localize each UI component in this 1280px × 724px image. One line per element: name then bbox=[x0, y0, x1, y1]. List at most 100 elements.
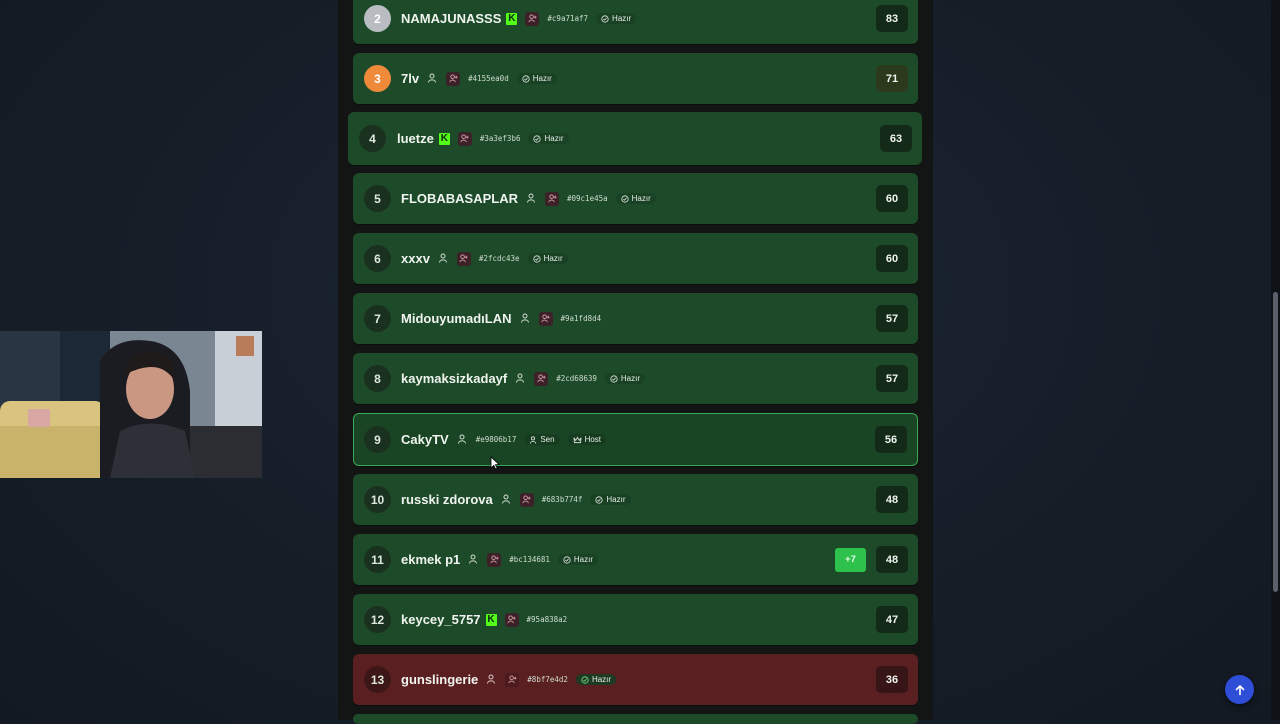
user-icon bbox=[530, 435, 537, 444]
status-label: Hazır bbox=[543, 254, 563, 263]
host-badge: Host bbox=[567, 434, 607, 445]
player-name: russki zdorova bbox=[401, 492, 493, 507]
add-friend-icon[interactable] bbox=[505, 672, 520, 687]
player-row[interactable]: 11 ekmek p1 #bc134681 Hazır +7 48 bbox=[353, 534, 918, 585]
add-friend-icon[interactable] bbox=[457, 131, 472, 146]
rank-badge: 13 bbox=[364, 666, 391, 693]
rank-badge: 7 bbox=[364, 305, 391, 332]
ready-badge: Hazır bbox=[516, 73, 557, 84]
score: 36 bbox=[876, 666, 908, 693]
player-row-partial bbox=[353, 714, 918, 724]
player-row-self[interactable]: 9 CakyTV #e9806b17 Sen Host 56 bbox=[353, 413, 918, 466]
score: 60 bbox=[876, 245, 908, 272]
player-code: #3a3ef3b6 bbox=[479, 134, 521, 143]
status-label: Hazır bbox=[544, 134, 564, 143]
player-row[interactable]: 12 keycey_5757 K #95a838a2 47 bbox=[353, 594, 918, 645]
player-row[interactable]: 6 xxxv #2fcdc43e Hazır 60 bbox=[353, 233, 918, 284]
score-delta-badge: +7 bbox=[835, 547, 866, 572]
add-friend-icon[interactable] bbox=[525, 11, 540, 26]
player-row[interactable]: 2 NAMAJUNASSS K #c9a71af7 Hazır 83 bbox=[353, 0, 918, 44]
scroll-to-top-button[interactable] bbox=[1225, 675, 1254, 704]
kick-logo-icon: K bbox=[438, 132, 450, 145]
ready-badge: Hazır bbox=[604, 373, 646, 384]
check-circle-icon bbox=[595, 495, 604, 504]
score: 71 bbox=[876, 65, 908, 92]
add-friend-icon[interactable] bbox=[534, 371, 549, 386]
user-icon bbox=[520, 313, 531, 324]
rank-badge: 8 bbox=[364, 365, 391, 392]
score: 60 bbox=[876, 185, 908, 212]
player-name: kaymaksizkadayf bbox=[401, 371, 508, 386]
rank-badge: 2 bbox=[364, 5, 391, 32]
add-friend-icon[interactable] bbox=[504, 612, 519, 627]
status-label: Hazır bbox=[631, 194, 651, 203]
ready-badge: Hazır bbox=[615, 193, 656, 204]
ready-badge: Hazır bbox=[557, 554, 599, 565]
add-friend-icon[interactable] bbox=[545, 191, 559, 206]
check-circle-icon bbox=[532, 254, 541, 263]
add-friend-icon[interactable] bbox=[446, 71, 461, 86]
add-friend-icon[interactable] bbox=[456, 251, 471, 266]
player-name: gunslingerie bbox=[401, 672, 479, 687]
ready-badge: Hazır bbox=[528, 133, 569, 144]
you-label: Sen bbox=[540, 435, 555, 444]
scrollbar-thumb[interactable] bbox=[1273, 292, 1278, 592]
player-row[interactable]: 8 kaymaksizkadayf #2cd68639 Hazır 57 bbox=[353, 353, 918, 404]
player-code: #bc134681 bbox=[509, 555, 550, 564]
ready-badge: Hazır bbox=[590, 494, 631, 505]
check-circle-icon bbox=[621, 194, 629, 203]
status-label: Hazır bbox=[606, 495, 626, 504]
add-friend-icon[interactable] bbox=[538, 311, 553, 326]
player-row[interactable]: 10 russki zdorova #683b774f Hazır 48 bbox=[353, 474, 918, 525]
player-name: NAMAJUNASSS bbox=[401, 11, 502, 26]
check-circle-icon bbox=[522, 74, 530, 83]
rank-badge: 10 bbox=[364, 486, 391, 513]
player-code: #4155ea0d bbox=[468, 74, 509, 83]
player-row[interactable]: 5 FLOBABASAPLAR #09c1e45a Hazır 60 bbox=[353, 173, 918, 224]
webcam-overlay bbox=[0, 331, 262, 478]
player-name: luetze bbox=[397, 131, 434, 146]
score: 48 bbox=[876, 486, 908, 513]
rank-badge: 12 bbox=[364, 606, 391, 633]
player-code: #95a838a2 bbox=[526, 615, 568, 624]
kick-logo-icon: K bbox=[506, 12, 518, 25]
player-name: keycey_5757 bbox=[401, 612, 481, 627]
user-icon bbox=[515, 373, 526, 384]
rank-badge: 3 bbox=[364, 65, 391, 92]
rank-badge: 9 bbox=[364, 426, 391, 453]
player-row[interactable]: 13 gunslingerie #8bf7e4d2 Hazır 36 bbox=[353, 654, 918, 705]
player-name: CakyTV bbox=[401, 432, 449, 447]
player-name: 7lv bbox=[401, 71, 420, 86]
user-icon bbox=[468, 554, 479, 565]
host-label: Host bbox=[584, 435, 602, 444]
rank-badge: 4 bbox=[359, 125, 386, 152]
player-code: #c9a71af7 bbox=[547, 14, 589, 23]
ready-badge: Hazır bbox=[575, 674, 617, 685]
rank-badge: 11 bbox=[364, 546, 391, 573]
rank-badge: 5 bbox=[364, 185, 391, 212]
player-name: FLOBABASAPLAR bbox=[401, 191, 518, 206]
score: 57 bbox=[876, 365, 908, 392]
kick-logo-icon: K bbox=[485, 613, 497, 626]
ready-badge: Hazır bbox=[596, 13, 637, 24]
player-row[interactable]: 4 luetze K #3a3ef3b6 Hazır 63 bbox=[348, 112, 922, 165]
add-friend-icon[interactable] bbox=[487, 552, 502, 567]
player-code: #2cd68639 bbox=[556, 374, 597, 383]
player-code: #2fcdc43e bbox=[478, 254, 520, 263]
status-label: Hazır bbox=[612, 14, 632, 23]
score: 83 bbox=[876, 5, 908, 32]
status-label: Hazır bbox=[591, 675, 612, 684]
check-circle-icon bbox=[563, 555, 571, 564]
add-friend-icon[interactable] bbox=[519, 492, 534, 507]
player-code: #e9806b17 bbox=[475, 435, 517, 444]
status-label: Hazır bbox=[620, 374, 641, 383]
rank-badge: 6 bbox=[364, 245, 391, 272]
player-row[interactable]: 7 MidouyumadıLAN #9a1fd8d4 57 bbox=[353, 293, 918, 344]
player-code: #09c1e45a bbox=[567, 194, 608, 203]
player-name: ekmek p1 bbox=[401, 552, 461, 567]
user-icon bbox=[438, 253, 449, 264]
check-circle-icon bbox=[610, 374, 618, 383]
user-icon bbox=[457, 434, 468, 445]
player-row[interactable]: 3 7lv #4155ea0d Hazır 71 bbox=[353, 53, 918, 104]
status-label: Hazır bbox=[532, 74, 552, 83]
